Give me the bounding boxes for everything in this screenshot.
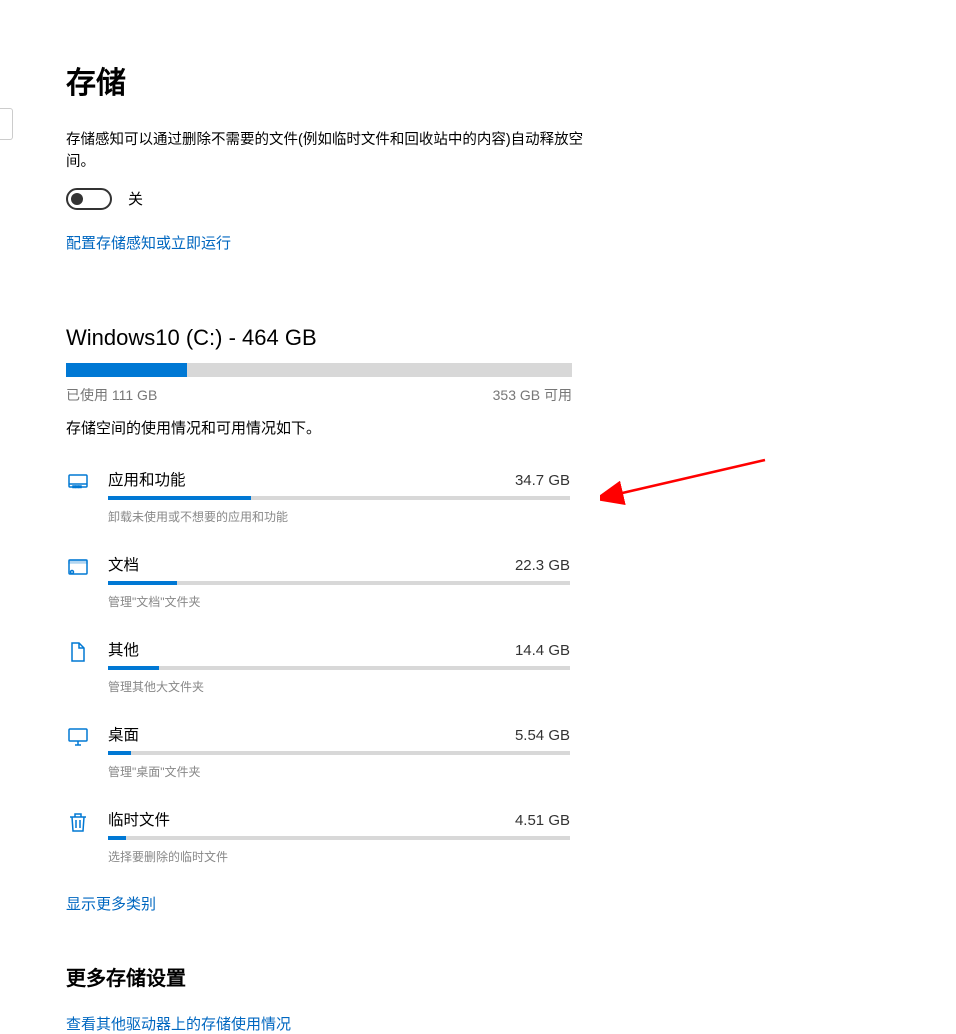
- apps-icon: [66, 470, 90, 494]
- category-name: 其他: [108, 638, 139, 660]
- category-body: 其他 14.4 GB 管理其他大文件夹: [108, 638, 570, 695]
- category-size: 14.4 GB: [515, 642, 570, 659]
- drive-section: Windows10 (C:) - 464 GB 已使用 111 GB 353 G…: [66, 325, 640, 1034]
- usage-breakdown-description: 存储空间的使用情况和可用情况如下。: [66, 417, 640, 438]
- category-header: 文档 22.3 GB: [108, 553, 570, 575]
- category-body: 文档 22.3 GB 管理"文档"文件夹: [108, 553, 570, 610]
- drive-usage-bar-fill: [66, 363, 187, 377]
- category-usage-bar: [108, 836, 570, 840]
- temp-icon: [66, 810, 90, 834]
- category-usage-bar-fill: [108, 496, 251, 500]
- other-drives-usage-link[interactable]: 查看其他驱动器上的存储使用情况: [66, 1013, 291, 1034]
- drive-usage-labels: 已使用 111 GB 353 GB 可用: [66, 385, 572, 405]
- category-header: 临时文件 4.51 GB: [108, 808, 570, 830]
- category-usage-bar: [108, 751, 570, 755]
- category-size: 4.51 GB: [515, 812, 570, 829]
- category-header: 桌面 5.54 GB: [108, 723, 570, 745]
- category-body: 应用和功能 34.7 GB 卸载未使用或不想要的应用和功能: [108, 468, 570, 525]
- category-name: 应用和功能: [108, 468, 186, 490]
- category-item-temp[interactable]: 临时文件 4.51 GB 选择要删除的临时文件: [66, 808, 640, 865]
- drive-used-label: 已使用 111 GB: [66, 385, 157, 405]
- storage-sense-toggle[interactable]: [66, 188, 112, 210]
- more-storage-settings-title: 更多存储设置: [66, 962, 640, 991]
- drive-available-label: 353 GB 可用: [493, 385, 572, 405]
- page-title: 存储: [66, 58, 640, 102]
- drive-usage-bar: [66, 363, 572, 377]
- category-usage-bar: [108, 496, 570, 500]
- configure-storage-sense-link[interactable]: 配置存储感知或立即运行: [66, 232, 231, 253]
- category-item-other[interactable]: 其他 14.4 GB 管理其他大文件夹: [66, 638, 640, 695]
- category-list: 应用和功能 34.7 GB 卸载未使用或不想要的应用和功能 文档 22.3 GB…: [66, 468, 640, 865]
- category-subtext: 管理"文档"文件夹: [108, 593, 570, 610]
- category-size: 5.54 GB: [515, 727, 570, 744]
- desktop-icon: [66, 725, 90, 749]
- toggle-knob: [71, 193, 83, 205]
- drive-title: Windows10 (C:) - 464 GB: [66, 325, 640, 351]
- category-subtext: 选择要删除的临时文件: [108, 848, 570, 865]
- category-subtext: 卸载未使用或不想要的应用和功能: [108, 508, 570, 525]
- category-item-desktop[interactable]: 桌面 5.54 GB 管理"桌面"文件夹: [66, 723, 640, 780]
- category-name: 桌面: [108, 723, 139, 745]
- category-size: 22.3 GB: [515, 557, 570, 574]
- show-more-categories-link[interactable]: 显示更多类别: [66, 893, 156, 914]
- storage-sense-toggle-row: 关: [66, 188, 640, 210]
- category-item-apps[interactable]: 应用和功能 34.7 GB 卸载未使用或不想要的应用和功能: [66, 468, 640, 525]
- category-name: 文档: [108, 553, 139, 575]
- category-usage-bar-fill: [108, 581, 177, 585]
- category-usage-bar-fill: [108, 751, 131, 755]
- category-name: 临时文件: [108, 808, 170, 830]
- storage-settings-page: 存储 存储感知可以通过删除不需要的文件(例如临时文件和回收站中的内容)自动释放空…: [0, 0, 640, 1034]
- other-icon: [66, 640, 90, 664]
- documents-icon: [66, 555, 90, 579]
- toggle-state-label: 关: [128, 188, 143, 209]
- category-size: 34.7 GB: [515, 472, 570, 489]
- left-panel-edge: [0, 108, 13, 140]
- category-subtext: 管理其他大文件夹: [108, 678, 570, 695]
- category-body: 桌面 5.54 GB 管理"桌面"文件夹: [108, 723, 570, 780]
- category-header: 其他 14.4 GB: [108, 638, 570, 660]
- storage-sense-description: 存储感知可以通过删除不需要的文件(例如临时文件和回收站中的内容)自动释放空间。: [66, 130, 586, 174]
- category-header: 应用和功能 34.7 GB: [108, 468, 570, 490]
- category-usage-bar-fill: [108, 666, 159, 670]
- category-usage-bar-fill: [108, 836, 126, 840]
- category-subtext: 管理"桌面"文件夹: [108, 763, 570, 780]
- category-usage-bar: [108, 666, 570, 670]
- category-item-documents[interactable]: 文档 22.3 GB 管理"文档"文件夹: [66, 553, 640, 610]
- category-usage-bar: [108, 581, 570, 585]
- category-body: 临时文件 4.51 GB 选择要删除的临时文件: [108, 808, 570, 865]
